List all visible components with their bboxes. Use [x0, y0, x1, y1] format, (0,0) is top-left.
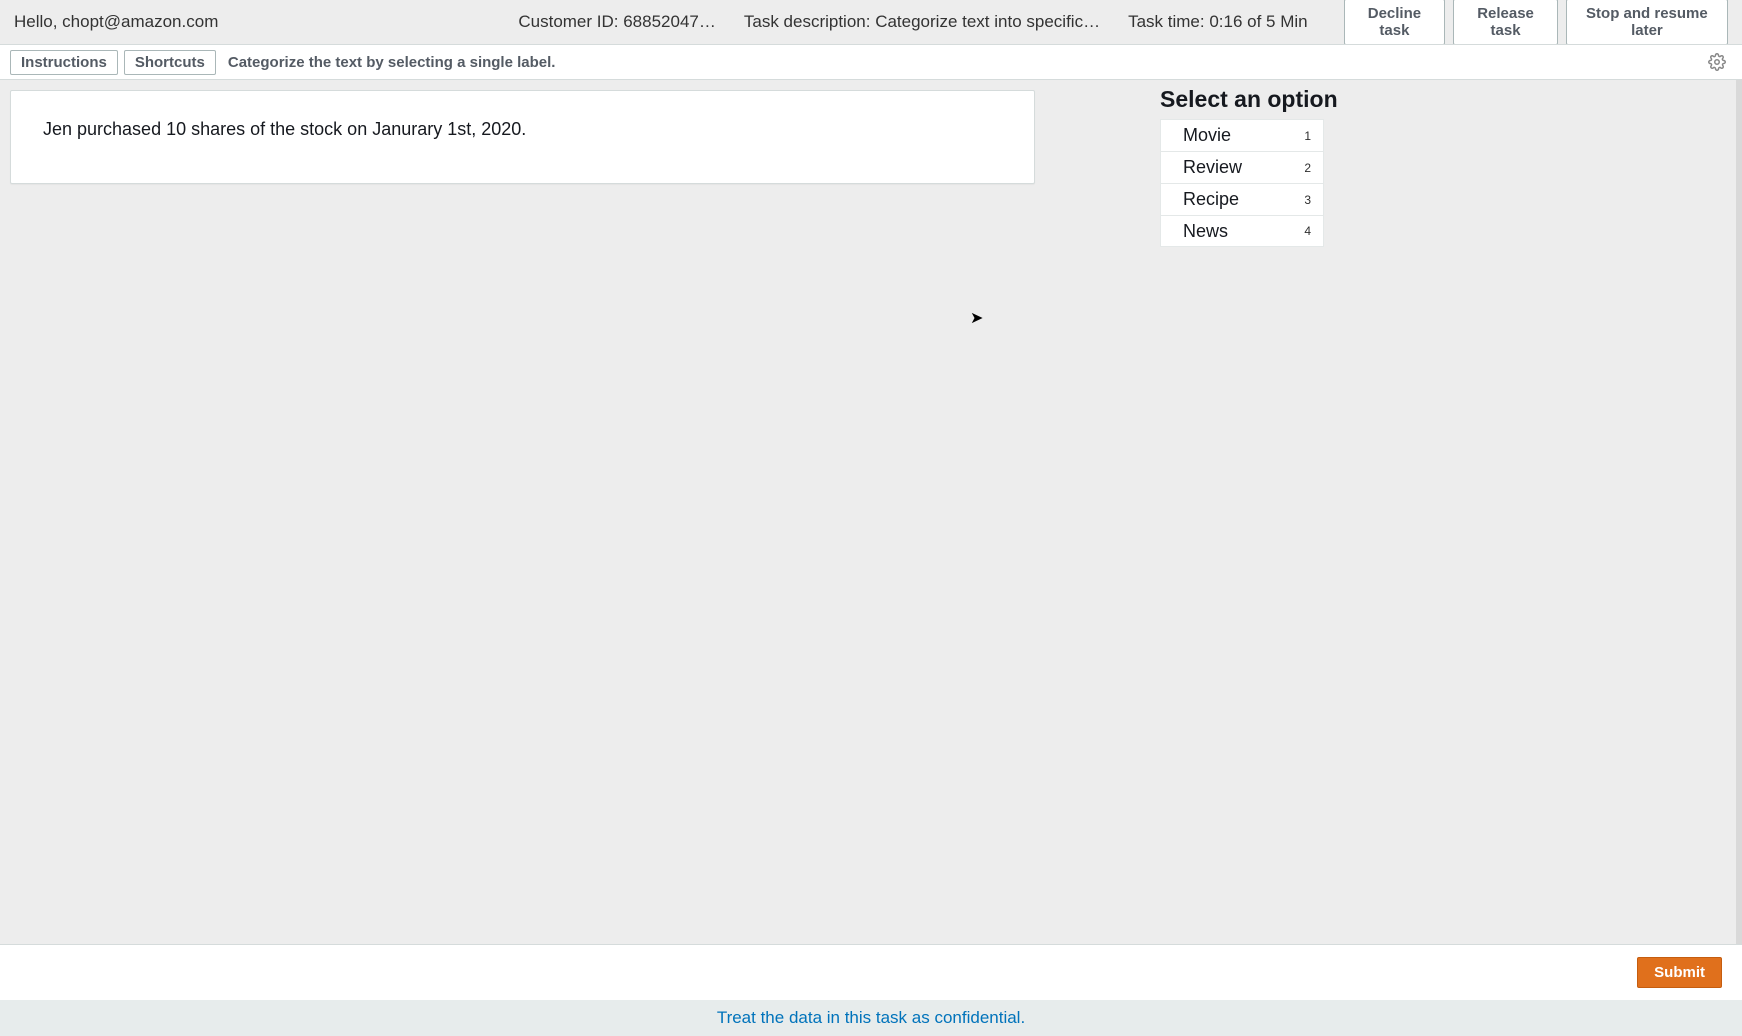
option-review[interactable]: Review 2	[1160, 151, 1324, 183]
sub-header: Instructions Shortcuts Categorize the te…	[0, 44, 1742, 80]
option-shortcut: 2	[1304, 161, 1311, 175]
settings-gear-icon[interactable]	[1708, 53, 1726, 71]
option-recipe[interactable]: Recipe 3	[1160, 183, 1324, 215]
option-news[interactable]: News 4	[1160, 215, 1324, 247]
submit-button[interactable]: Submit	[1637, 957, 1722, 988]
stop-resume-button[interactable]: Stop and resume later	[1566, 0, 1728, 45]
option-label: Recipe	[1183, 189, 1239, 210]
confidential-text: Treat the data in this task as confident…	[717, 1008, 1025, 1028]
options-title: Select an option	[1160, 86, 1324, 113]
work-area: Jen purchased 10 shares of the stock on …	[0, 80, 1742, 964]
option-shortcut: 4	[1304, 224, 1311, 238]
customer-id-text: Customer ID: 68852047…	[518, 12, 744, 32]
text-to-categorize-card: Jen purchased 10 shares of the stock on …	[10, 90, 1035, 184]
cursor-icon: ➤	[970, 308, 983, 328]
top-header: Hello, chopt@amazon.com Customer ID: 688…	[0, 0, 1742, 44]
scrollbar-track[interactable]	[1736, 80, 1742, 964]
instruction-text: Categorize the text by selecting a singl…	[222, 54, 556, 71]
task-time-text: Task time: 0:16 of 5 Min	[1128, 12, 1336, 32]
option-label: News	[1183, 221, 1228, 242]
option-shortcut: 1	[1304, 129, 1311, 143]
release-task-button[interactable]: Release task	[1453, 0, 1558, 45]
confidential-banner: Treat the data in this task as confident…	[0, 1000, 1742, 1036]
option-shortcut: 3	[1304, 193, 1311, 207]
decline-task-button[interactable]: Decline task	[1344, 0, 1446, 45]
text-to-categorize: Jen purchased 10 shares of the stock on …	[43, 119, 526, 139]
greeting-text: Hello, chopt@amazon.com	[14, 12, 218, 32]
task-description-text: Task description: Categorize text into s…	[744, 12, 1128, 32]
submit-bar: Submit	[0, 944, 1742, 1000]
option-label: Movie	[1183, 125, 1231, 146]
instructions-button[interactable]: Instructions	[10, 50, 118, 75]
option-label: Review	[1183, 157, 1242, 178]
option-movie[interactable]: Movie 1	[1160, 119, 1324, 151]
options-panel: Select an option Movie 1 Review 2 Recipe…	[1160, 86, 1324, 247]
shortcuts-button[interactable]: Shortcuts	[124, 50, 216, 75]
